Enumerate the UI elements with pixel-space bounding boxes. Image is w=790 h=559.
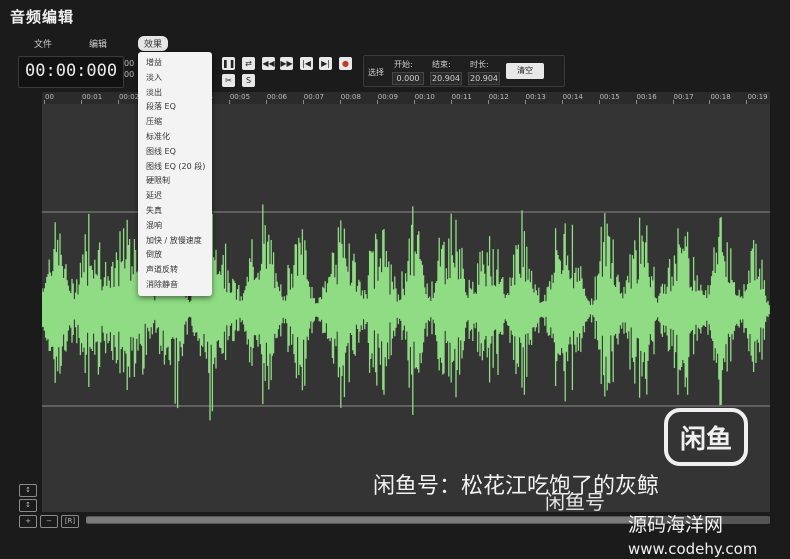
- effects-menu-item[interactable]: 图线 EQ: [146, 146, 176, 157]
- duration-field[interactable]: 20.904: [468, 72, 500, 85]
- effects-menu-item[interactable]: 声道反转: [146, 264, 178, 275]
- fast-forward-button[interactable]: ▶▶: [280, 57, 293, 70]
- watermark-line2: 闲鱼号: [545, 490, 605, 514]
- menu-effects[interactable]: 效果: [138, 36, 169, 51]
- loop-button[interactable]: ⇄: [242, 57, 255, 70]
- start-field[interactable]: 0.000: [392, 72, 424, 85]
- skip-start-button[interactable]: |◀: [300, 57, 313, 70]
- ruler-tick-label: 00:09: [377, 93, 398, 101]
- ruler-tick-label: 00:08: [340, 93, 361, 101]
- time-aside-top: 00: [124, 59, 135, 68]
- zoom-out-button[interactable]: −: [40, 515, 58, 528]
- split-button[interactable]: S: [242, 74, 255, 87]
- ruler-tick-label: 00:13: [525, 93, 546, 101]
- ruler-tick-label: 00:15: [599, 93, 620, 101]
- menu-edit[interactable]: 编辑: [89, 37, 107, 50]
- time-display-box: 00:00:000: [18, 56, 124, 88]
- pause-button[interactable]: ❚❚: [222, 57, 235, 70]
- scissors-icon: ✂: [225, 76, 232, 85]
- record-icon: ●: [342, 59, 349, 68]
- ruler-tick-label: 00:18: [710, 93, 731, 101]
- effects-menu-item[interactable]: 淡入: [146, 72, 162, 83]
- clear-button[interactable]: 清空: [506, 63, 544, 79]
- menubar: 文件 编辑 效果: [0, 36, 790, 51]
- reset-zoom-button[interactable]: [R]: [61, 515, 79, 528]
- effects-menu-item[interactable]: 硬限制: [146, 175, 170, 186]
- effects-menu-item[interactable]: 标准化: [146, 131, 170, 142]
- selection-label: 选择: [368, 68, 384, 77]
- duration-label: 时长:: [470, 60, 489, 69]
- ruler-tick-label: 00:06: [266, 93, 287, 101]
- effects-menu-item[interactable]: 段落 EQ: [146, 101, 176, 112]
- watermark-logo-text: 闲鱼: [680, 425, 732, 455]
- end-field[interactable]: 20.904: [430, 72, 462, 85]
- effects-menu-item[interactable]: 淡出: [146, 87, 162, 98]
- time-aside-bottom: 00: [124, 70, 135, 79]
- fast-forward-icon: ▶▶: [280, 59, 293, 68]
- record-button[interactable]: ●: [339, 57, 352, 70]
- ruler-tick-label: 00:01: [81, 93, 103, 101]
- end-label: 结束:: [432, 60, 451, 69]
- ruler-tick-label: 00:17: [673, 93, 694, 101]
- effects-menu-item[interactable]: 压缩: [146, 116, 162, 127]
- ruler-tick-label: 00:02: [118, 93, 140, 101]
- watermark-site-url: www.codehy.com: [628, 540, 758, 558]
- ruler-tick-label: 00:05: [229, 93, 251, 101]
- ruler-tick-label: 00:11: [451, 93, 472, 101]
- ruler-tick-label: 00:14: [562, 93, 583, 101]
- effects-menu-item[interactable]: 倒放: [146, 249, 162, 260]
- cut-button[interactable]: ✂: [222, 74, 235, 87]
- toolbar: 00:00:000 00 00 ❚❚ ⇄ ◀◀ ▶▶ |◀ ▶| ● ✂ S 选…: [18, 54, 770, 90]
- effects-menu-item[interactable]: 增益: [146, 57, 162, 68]
- rewind-button[interactable]: ◀◀: [262, 57, 275, 70]
- time-display: 00:00:000: [25, 61, 118, 81]
- scrollbar-thumb[interactable]: [86, 517, 646, 523]
- watermark-logo: 闲鱼: [664, 408, 750, 468]
- effects-menu-item[interactable]: 加快 / 放慢速度: [146, 235, 202, 246]
- split-icon: S: [245, 76, 252, 85]
- ruler-tick-label: 00:16: [636, 93, 657, 101]
- skip-end-button[interactable]: ▶|: [319, 57, 332, 70]
- app-title: 音频编辑: [10, 8, 75, 26]
- start-label: 开始:: [394, 60, 413, 69]
- effects-menu-item[interactable]: 延迟: [146, 190, 162, 201]
- effects-menu-item[interactable]: 混响: [146, 220, 162, 231]
- rewind-icon: ◀◀: [262, 59, 275, 68]
- ruler-tick-label: 00:12: [488, 93, 509, 101]
- effects-menu-item[interactable]: 图线 EQ (20 段): [146, 161, 205, 172]
- effects-menu-item[interactable]: 消除静音: [146, 279, 178, 290]
- effects-dropdown: 增益淡入淡出段落 EQ 压缩标准化图线 EQ 图线 EQ (20 段) 硬限制延迟失真…: [138, 52, 212, 296]
- watermark-site-name: 源码海洋网: [628, 514, 724, 536]
- ruler-tick-label: 00: [45, 93, 54, 101]
- loop-icon: ⇄: [245, 59, 252, 68]
- selection-panel: 选择 开始: 0.000 结束: 20.904 时长: 20.904 清空: [363, 55, 565, 87]
- zoom-vertical-button[interactable]: ↕: [19, 484, 37, 497]
- ruler-tick-label: 00:07: [303, 93, 324, 101]
- fit-vertical-button[interactable]: ↕: [19, 499, 37, 512]
- ruler-tick-label: 00:10: [414, 93, 435, 101]
- time-aside: 00 00: [124, 58, 134, 80]
- skip-start-icon: |◀: [302, 59, 311, 68]
- zoom-in-button[interactable]: +: [19, 515, 37, 528]
- effects-menu-item[interactable]: 失真: [146, 205, 162, 216]
- watermark-line1: 闲鱼号：松花江吃饱了的灰鲸: [373, 474, 660, 499]
- pause-icon: ❚❚: [222, 59, 236, 68]
- skip-end-icon: ▶|: [321, 59, 330, 68]
- menu-file[interactable]: 文件: [34, 37, 52, 50]
- ruler-tick-label: 00:19: [747, 93, 768, 101]
- watermark-line3: 源码海洋网 www.codehy.com: [628, 510, 757, 559]
